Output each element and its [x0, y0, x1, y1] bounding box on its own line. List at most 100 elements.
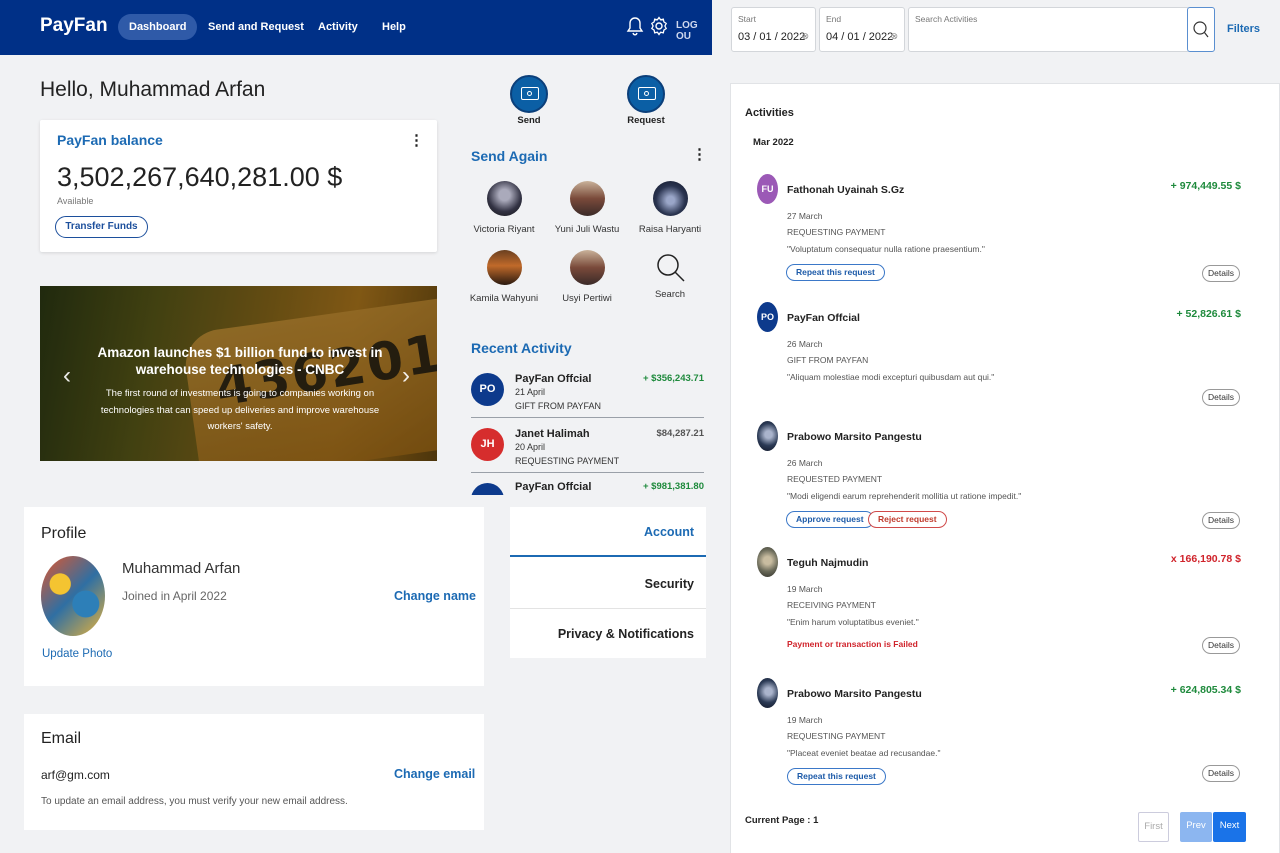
bell-icon[interactable] [626, 16, 644, 36]
search-button[interactable] [1187, 7, 1215, 52]
profile-name: Muhammad Arfan [122, 560, 241, 577]
balance-more-icon[interactable]: ⋮ [409, 133, 424, 148]
activity-type: REQUESTED PAYMENT [787, 474, 883, 484]
contact-yuni[interactable]: Yuni Juli Wastu [552, 181, 622, 238]
send-action-icon[interactable] [510, 75, 548, 113]
activity-item[interactable]: Teguh Najmudin 19 March RECEIVING PAYMEN… [757, 547, 1241, 657]
activity-date: 26 March [787, 339, 823, 349]
search-activities-input[interactable]: Search Activities [908, 7, 1190, 52]
nav-help[interactable]: Help [371, 14, 417, 40]
contact-kamila[interactable]: Kamila Wahyuni [469, 250, 539, 307]
start-date-field[interactable]: Start 03 / 01 / 2022 ⊗ [731, 7, 816, 52]
activity-date: 20 April [515, 442, 546, 452]
activity-note: "Placeat eveniet beatae ad recusandae." [787, 748, 941, 758]
avatar [471, 483, 504, 495]
activity-amount: + 52,826.61 $ [1176, 308, 1241, 320]
transfer-funds-button[interactable]: Transfer Funds [55, 216, 148, 238]
approve-request-button[interactable]: Approve request [786, 511, 874, 528]
settings-menu: Account Security Privacy & Notifications [510, 507, 706, 658]
nav-activity[interactable]: Activity [307, 14, 369, 40]
nav-dashboard[interactable]: Dashboard [118, 14, 198, 40]
email-value: arf@gm.com [41, 768, 110, 782]
nav-send-and-request[interactable]: Send and Request [197, 14, 315, 40]
carousel-prev-icon[interactable]: ‹ [63, 362, 71, 390]
first-page-button[interactable]: First [1138, 812, 1169, 842]
activity-amount: $84,287.21 [656, 428, 704, 439]
profile-heading: Profile [41, 525, 87, 542]
contact-avatar [486, 181, 522, 216]
contact-name: Kamila Wahyuni [469, 293, 539, 304]
send-again-title: Send Again [471, 148, 548, 164]
menu-label: Privacy & Notifications [557, 627, 694, 641]
end-date-field[interactable]: End 04 / 01 / 2022 ⊗ [819, 7, 905, 52]
start-date-value[interactable]: 03 / 01 / 2022 [738, 31, 805, 43]
activity-name: Fathonah Uyainah S.Gz [787, 184, 905, 196]
activity-name: PayFan Offcial [515, 481, 592, 493]
logout-link[interactable]: LOG OU [676, 20, 712, 42]
contact-victoria[interactable]: Victoria Riyant [469, 181, 539, 238]
change-email-link[interactable]: Change email [394, 767, 475, 781]
balance-available-label: Available [57, 196, 94, 206]
contact-search[interactable]: Search [635, 250, 705, 303]
filters-button[interactable]: Filters [1227, 23, 1260, 35]
contact-name: Yuni Juli Wastu [554, 224, 620, 235]
details-button[interactable]: Details [1202, 512, 1240, 529]
activity-name: PayFan Offcial [787, 312, 860, 324]
menu-security[interactable]: Security [510, 559, 706, 609]
gear-icon[interactable] [649, 16, 669, 36]
next-page-button[interactable]: Next [1213, 812, 1246, 842]
search-placeholder: Search Activities [915, 14, 978, 24]
activity-item[interactable]: PO PayFan Offcial 26 March GIFT FROM PAY… [757, 302, 1241, 407]
end-date-value[interactable]: 04 / 01 / 2022 [826, 31, 893, 43]
details-button[interactable]: Details [1202, 765, 1240, 782]
dashboard-panel: PayFan Dashboard Send and Request Activi… [0, 0, 712, 853]
details-button[interactable]: Details [1202, 265, 1240, 282]
carousel-title: Amazon launches $1 billion fund to inves… [97, 345, 383, 377]
reject-request-button[interactable]: Reject request [868, 511, 947, 528]
prev-page-button[interactable]: Prev [1180, 812, 1212, 842]
activity-item[interactable]: Prabowo Marsito Pangestu 19 March REQUES… [757, 678, 1241, 788]
recent-activity-row[interactable]: PO PayFan Offcial 21 April GIFT FROM PAY… [471, 373, 704, 413]
activity-note: "Aliquam molestiae modi excepturi quibus… [787, 372, 995, 382]
repeat-request-button[interactable]: Repeat this request [787, 768, 886, 785]
month-label: Mar 2022 [753, 137, 794, 148]
carousel-next-icon[interactable]: › [402, 362, 410, 390]
activity-type: REQUESTING PAYMENT [515, 456, 620, 466]
end-date-label: End [826, 14, 842, 24]
request-action-icon[interactable] [627, 75, 665, 113]
divider [471, 472, 704, 473]
change-name-link[interactable]: Change name [394, 589, 476, 603]
details-button[interactable]: Details [1202, 389, 1240, 406]
update-photo-link[interactable]: Update Photo [42, 648, 112, 660]
details-button[interactable]: Details [1202, 637, 1240, 654]
contact-raisa[interactable]: Raisa Haryanti [635, 181, 705, 238]
contact-avatar [569, 181, 605, 216]
clear-icon[interactable]: ⊗ [801, 31, 809, 42]
email-heading: Email [41, 730, 82, 747]
activity-item[interactable]: FU Fathonah Uyainah S.Gz 27 March REQUES… [757, 174, 1241, 284]
brand-logo[interactable]: PayFan [40, 15, 108, 37]
clear-icon[interactable]: ⊗ [890, 31, 898, 42]
recent-activity-row[interactable]: PayFan Offcial + $981,381.80 [471, 481, 704, 495]
menu-privacy-notifications[interactable]: Privacy & Notifications [510, 609, 706, 659]
activity-name: PayFan Offcial [515, 373, 592, 385]
profile-joined: Joined in April 2022 [122, 589, 227, 603]
send-again-more-icon[interactable]: ⋮ [692, 147, 707, 162]
balance-card: PayFan balance ⋮ 3,502,267,640,281.00 $ … [40, 120, 437, 252]
activity-date: 26 March [787, 458, 823, 468]
repeat-request-button[interactable]: Repeat this request [786, 264, 885, 281]
recent-activity-row[interactable]: JH Janet Halimah 20 April REQUESTING PAY… [471, 428, 704, 468]
search-icon[interactable] [653, 250, 688, 285]
avatar [757, 678, 778, 708]
menu-account[interactable]: Account [510, 507, 706, 557]
activity-amount: + 624,805.34 $ [1170, 684, 1241, 696]
activity-name: Prabowo Marsito Pangestu [787, 688, 922, 700]
menu-label: Account [644, 525, 694, 539]
request-action-label[interactable]: Request [616, 115, 676, 126]
avatar: FU [757, 174, 778, 204]
send-action-label[interactable]: Send [499, 115, 559, 126]
activity-item[interactable]: Prabowo Marsito Pangestu 26 March REQUES… [757, 421, 1240, 531]
activity-name: Janet Halimah [515, 428, 590, 440]
contact-usyi[interactable]: Usyi Pertiwi [552, 250, 622, 307]
activity-page: Start 03 / 01 / 2022 ⊗ End 04 / 01 / 202… [712, 0, 1280, 853]
